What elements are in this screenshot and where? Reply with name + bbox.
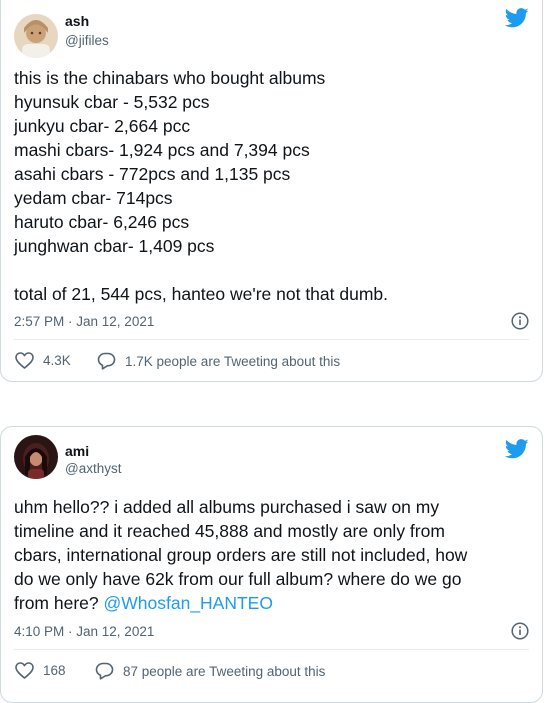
tweet-text-line: timeline and it reached 45,888 and mostl… [14, 521, 445, 541]
tweet-text-line [14, 258, 530, 282]
tweet-text-fragment: from here? [14, 593, 104, 613]
reply-bubble-icon [97, 352, 116, 370]
timestamp[interactable]: 2:57 PM · Jan 12, 2021 [14, 314, 154, 329]
handle[interactable]: @jifiles [65, 33, 109, 48]
like-button[interactable]: 4.3K [15, 352, 71, 369]
divider [14, 339, 529, 340]
avatar[interactable] [14, 14, 58, 58]
conversation-text: 87 people are Tweeting about this [123, 663, 326, 679]
tweet-card: ami @axthyst uhm hello?? i added all alb… [0, 426, 543, 703]
conversation-link[interactable]: 1.7K people are Tweeting about this [97, 352, 340, 370]
info-icon[interactable] [511, 622, 529, 640]
handle[interactable]: @axthyst [65, 461, 121, 476]
tweet-text-line: from here? @Whosfan_HANTEO [14, 591, 530, 615]
tweet-text-line: junkyu cbar- 2,664 pcc [14, 116, 191, 136]
tweet-text-line: junghwan cbar- 1,409 pcs [14, 236, 215, 256]
tweet-text-line: cbars, international group orders are st… [14, 545, 468, 565]
tweet-text: this is the chinabars who bought albums … [14, 66, 530, 306]
tweet-text-line: mashi cbars- 1,924 pcs and 7,394 pcs [14, 140, 310, 160]
like-button[interactable]: 168 [15, 662, 66, 679]
twitter-bird-icon[interactable] [505, 439, 529, 459]
tweet-card: ash @jifiles this is the chinabars who b… [0, 0, 543, 382]
mention-link[interactable]: @Whosfan_HANTEO [103, 593, 272, 613]
like-count: 168 [43, 663, 66, 678]
tweet-text-line: this is the chinabars who bought albums [14, 68, 326, 88]
conversation-text: 1.7K people are Tweeting about this [125, 353, 341, 369]
display-name[interactable]: ami [65, 443, 89, 459]
tweet-text-line: haruto cbar- 6,246 pcs [14, 212, 190, 232]
heart-icon [15, 352, 34, 369]
avatar[interactable] [14, 435, 58, 479]
tweet-text: uhm hello?? i added all albums purchased… [14, 495, 530, 615]
display-name[interactable]: ash [65, 13, 89, 29]
timestamp[interactable]: 4:10 PM · Jan 12, 2021 [14, 624, 154, 639]
heart-icon [15, 662, 34, 679]
tweet-text-line: do we only have 62k from our full album?… [14, 569, 462, 589]
tweet-text-line: yedam cbar- 714pcs [14, 188, 173, 208]
reply-bubble-icon [95, 662, 114, 680]
tweet-text-line: uhm hello?? i added all albums purchased… [14, 497, 440, 517]
tweet-text-line: total of 21, 544 pcs, hanteo we're not t… [14, 284, 389, 304]
twitter-bird-icon[interactable] [505, 8, 529, 28]
divider [14, 649, 529, 650]
conversation-link[interactable]: 87 people are Tweeting about this [95, 662, 325, 680]
tweet-text-line: hyunsuk cbar - 5,532 pcs [14, 92, 210, 112]
tweet-text-line: asahi cbars - 772pcs and 1,135 pcs [14, 164, 291, 184]
like-count: 4.3K [43, 353, 71, 368]
info-icon[interactable] [511, 312, 529, 330]
